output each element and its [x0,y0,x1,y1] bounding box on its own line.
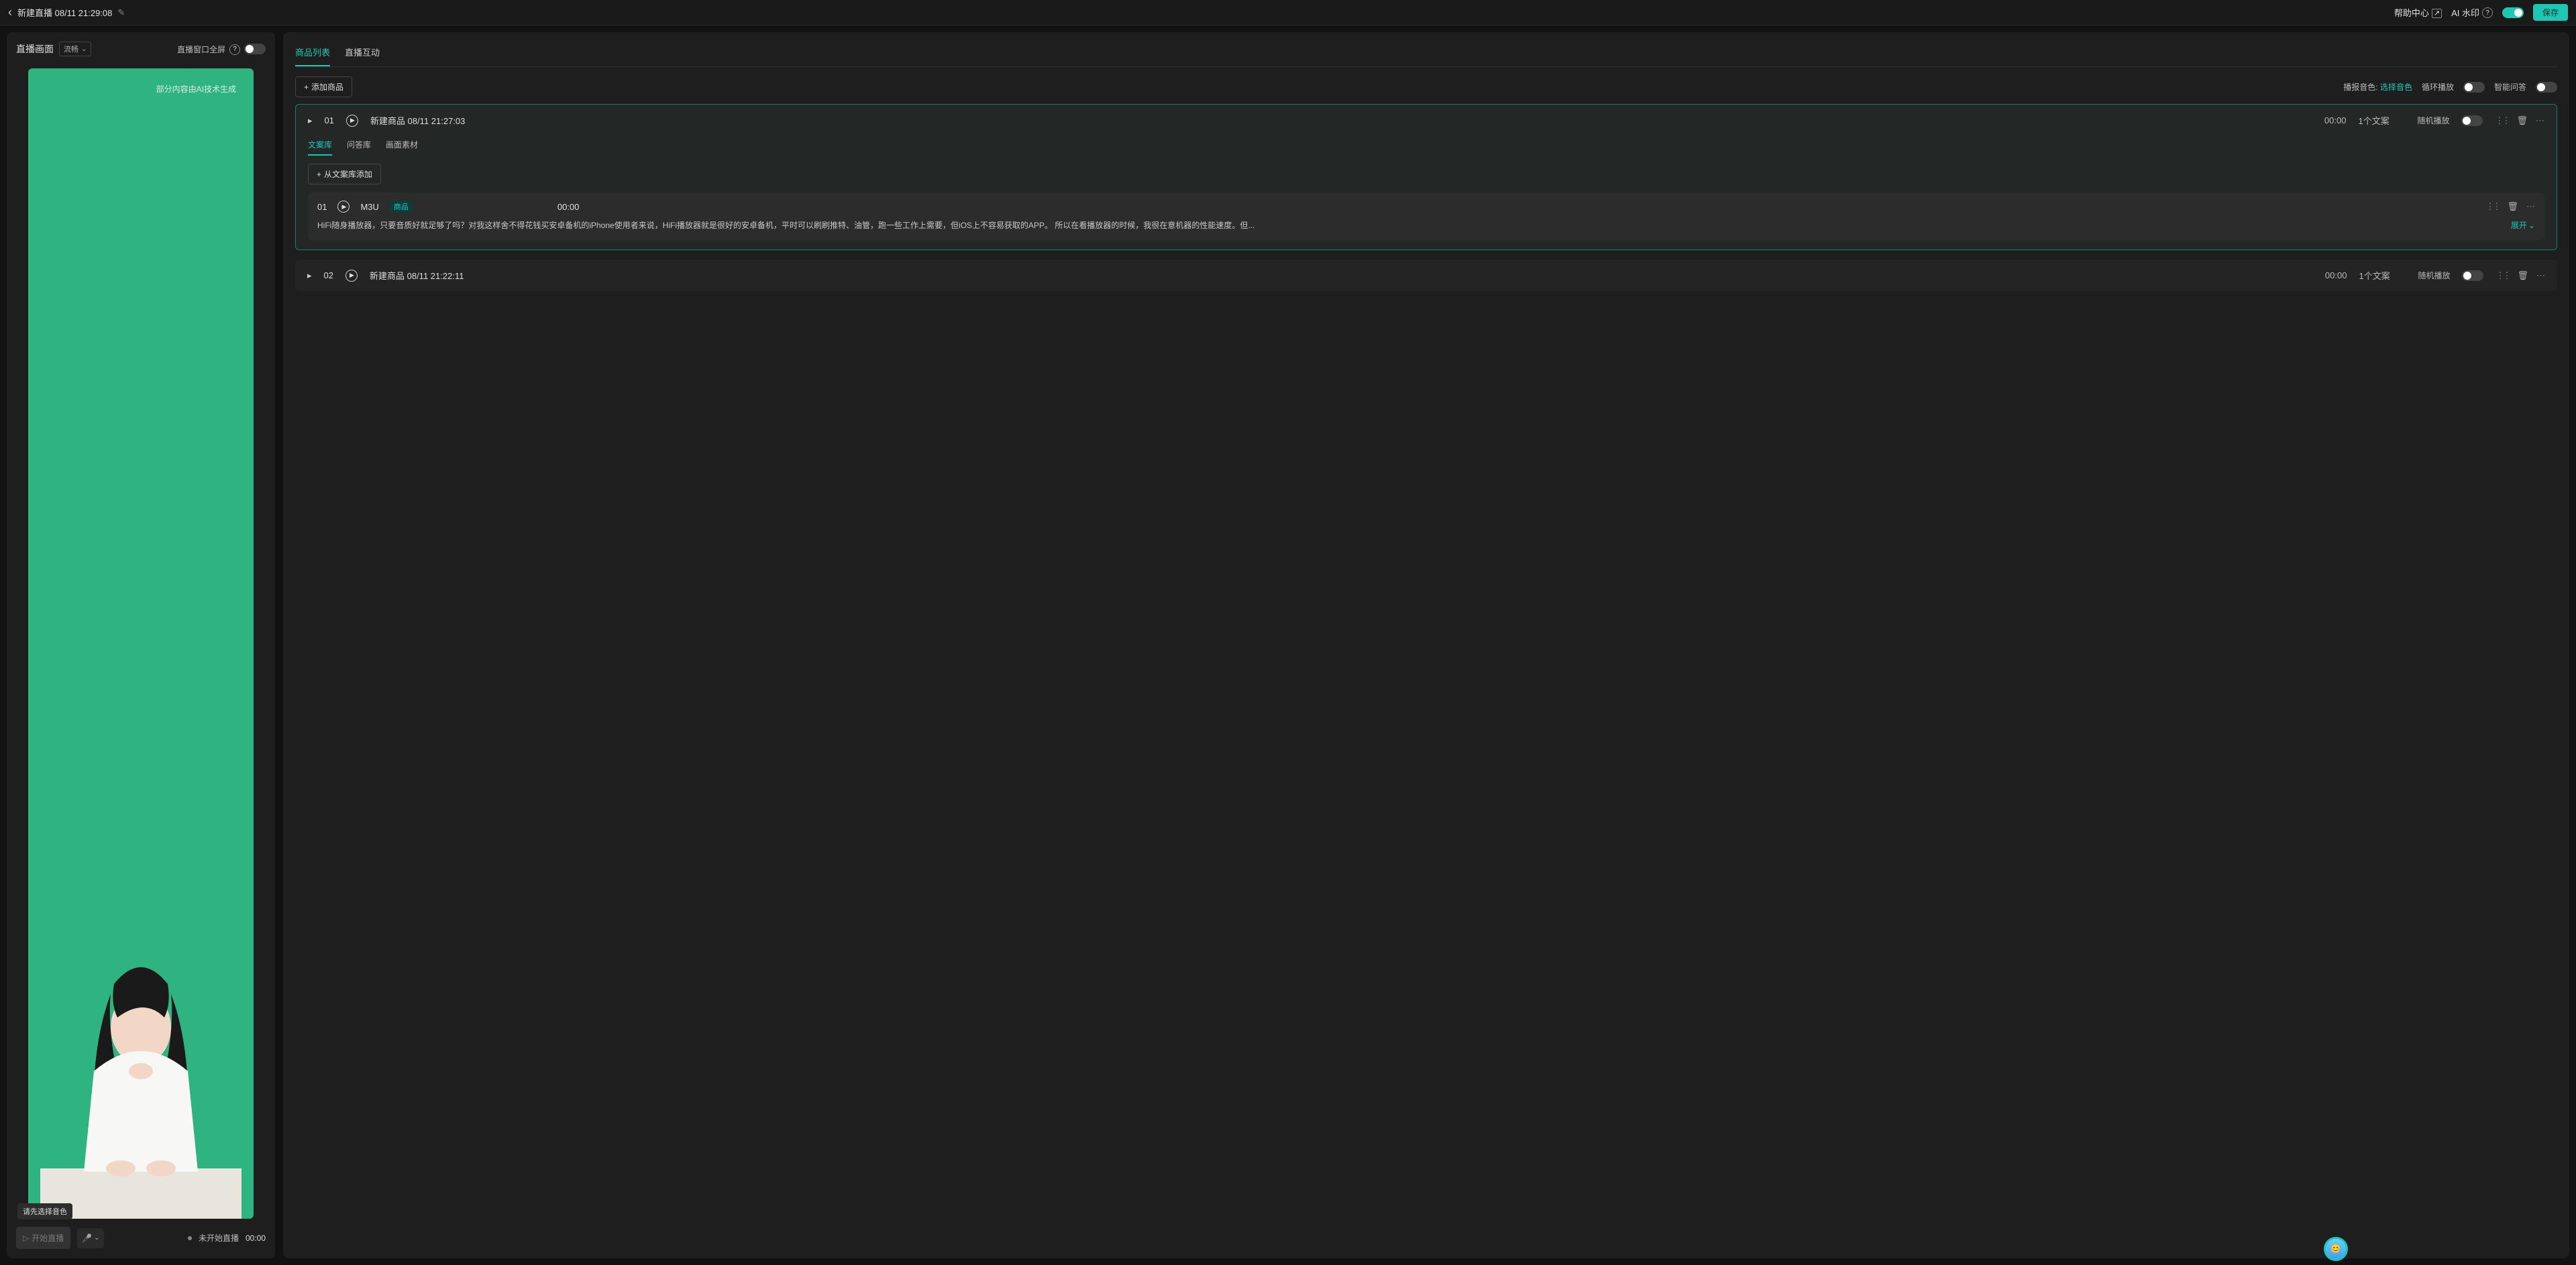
watermark-label-group: AI 水印 [2451,6,2493,19]
more-icon[interactable] [2536,270,2545,281]
product-index: 02 [324,270,333,280]
delete-icon[interactable] [2517,270,2528,281]
random-toggle[interactable] [2461,115,2483,126]
product-time: 00:00 [2325,270,2347,280]
tooltip: 请先选择音色 [17,1203,72,1219]
page-title: 新建直播 08/11 21:29:08 [17,6,112,19]
expand-icon[interactable] [307,270,312,281]
smart-toggle[interactable] [2536,82,2557,93]
more-icon[interactable] [2526,201,2535,212]
expand-link[interactable]: 展开 [2511,219,2535,232]
product-card: 01 新建商品 08/11 21:27:03 00:00 1个文案 随机播放 文… [295,104,2557,250]
fullscreen-toggle[interactable] [244,44,266,54]
back-icon[interactable] [8,5,12,19]
inner-tab-scripts[interactable]: 文案库 [308,139,332,156]
script-index: 01 [317,202,327,212]
script-tag: 商品 [390,201,413,213]
voice-select-link[interactable]: 选择音色 [2380,82,2412,92]
avatar-preview [40,937,241,1219]
drag-handle-icon[interactable] [2495,115,2508,126]
add-from-library-button[interactable]: 从文案库添加 [308,164,381,184]
assistant-fab[interactable]: 😊 [2324,1237,2348,1261]
tab-product-list[interactable]: 商品列表 [295,42,330,66]
mic-button[interactable] [77,1228,104,1248]
play-icon[interactable] [337,201,350,213]
inner-tab-media[interactable]: 画面素材 [386,139,418,156]
preview-area: 部分内容由AI技术生成 [28,68,254,1219]
quality-select[interactable]: 流畅 [59,42,91,56]
product-title: 新建商品 08/11 21:22:11 [370,269,464,282]
product-count: 1个文案 [2358,114,2405,127]
external-link-icon [2432,7,2442,17]
content-panel: 商品列表 直播互动 添加商品 播报音色: 选择音色 循环播放 智能问答 01 新… [283,32,2569,1258]
product-count: 1个文案 [2359,269,2406,282]
status-dot [188,1236,192,1240]
delete-icon[interactable] [2516,115,2528,126]
product-card: 02 新建商品 08/11 21:22:11 00:00 1个文案 随机播放 [295,260,2557,291]
preview-title: 直播画面 [16,42,54,56]
preview-panel: 直播画面 流畅 直播窗口全屏 部分内容由AI技术生成 [7,32,275,1258]
loop-toggle[interactable] [2463,82,2485,93]
status-time: 00:00 [246,1233,266,1243]
product-title: 新建商品 08/11 21:27:03 [370,114,465,127]
edit-title-icon[interactable] [117,7,125,18]
status-text: 未开始直播 [199,1232,239,1244]
fullscreen-label: 直播窗口全屏 [177,44,225,55]
help-icon[interactable] [2482,7,2493,19]
drag-handle-icon[interactable] [2496,270,2509,281]
drag-handle-icon[interactable] [2485,201,2499,212]
add-product-button[interactable]: 添加商品 [295,76,352,97]
ai-overlay-text: 部分内容由AI技术生成 [156,83,236,95]
product-index: 01 [325,115,334,125]
script-time: 00:00 [557,202,580,212]
script-text: HiFi随身播放器，只要音质好就足够了吗？对我这样舍不得花钱买安卓备机的iPho… [317,219,2507,232]
tab-live-interact[interactable]: 直播互动 [345,42,380,66]
expand-icon[interactable] [308,115,313,126]
more-icon[interactable] [2536,115,2544,126]
play-icon[interactable] [345,270,358,282]
start-live-button[interactable]: 开始直播 [16,1227,70,1249]
save-button[interactable]: 保存 [2533,4,2568,21]
watermark-toggle[interactable] [2502,7,2524,18]
script-name: M3U [360,202,378,212]
inner-tab-qa[interactable]: 问答库 [347,139,371,156]
help-link[interactable]: 帮助中心 [2394,6,2442,19]
script-card: 01 M3U 商品 00:00 HiFi随身播放器，只要音质好就足够了吗？对我这… [308,192,2544,240]
play-icon[interactable] [346,115,358,127]
delete-icon[interactable] [2507,201,2518,212]
help-icon[interactable] [229,43,240,55]
product-time: 00:00 [2324,115,2347,125]
random-toggle[interactable] [2462,270,2483,281]
